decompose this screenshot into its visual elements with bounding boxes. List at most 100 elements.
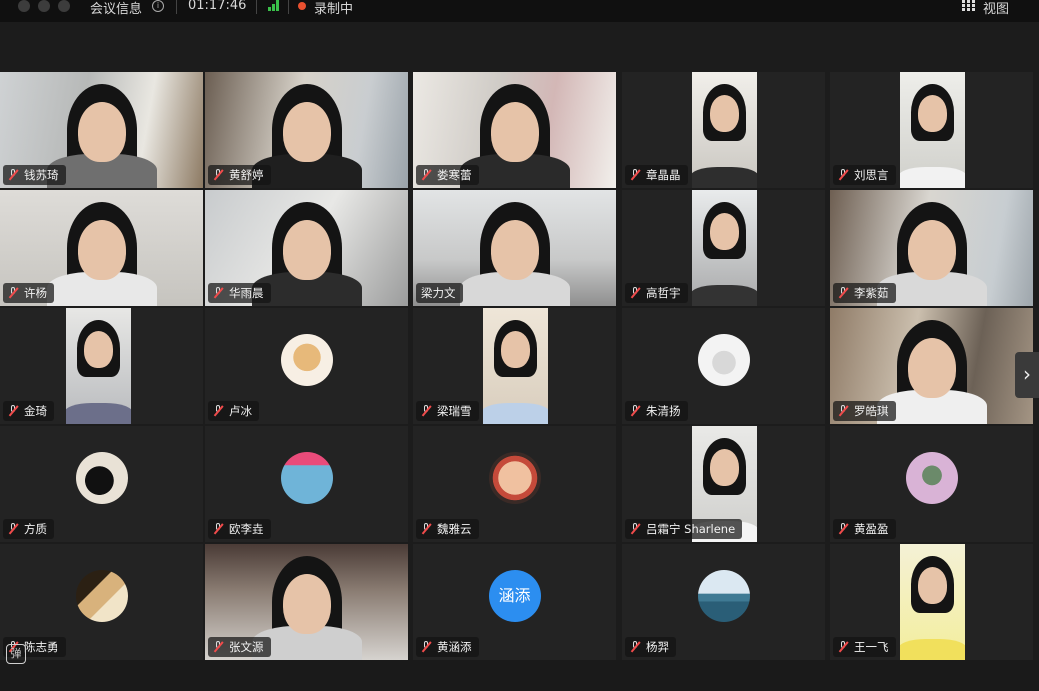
minimize-window-dot[interactable]: [38, 0, 50, 12]
participant-avatar: [280, 452, 333, 504]
participant-body: [66, 402, 131, 424]
participant-avatar: [697, 570, 750, 622]
participant-tile[interactable]: 黄盈盈: [830, 426, 1033, 542]
recording-status[interactable]: 录制中: [314, 0, 353, 17]
meeting-window: 会议信息 i 01:17:46 录制中 视图 钱苏琦 黄舒婷 娄寒蕾 章晶晶 刘思言许杨…: [0, 0, 1039, 691]
muted-mic-icon: [213, 287, 223, 299]
participant-name: 王一飞: [854, 640, 889, 654]
participant-tile[interactable]: 涵添黄涵添: [413, 544, 616, 660]
participant-face: [282, 101, 331, 162]
muted-mic-icon: [838, 169, 848, 181]
participant-tile[interactable]: 罗皓琪: [830, 308, 1033, 424]
participant-face: [490, 101, 539, 162]
muted-mic-icon: [630, 169, 640, 181]
zoom-window-dot[interactable]: [58, 0, 70, 12]
participant-nametag: 华雨晨: [208, 283, 271, 303]
participant-face: [907, 337, 956, 398]
muted-mic-icon: [421, 523, 431, 535]
participant-avatar: [697, 334, 750, 386]
participant-nametag: 黄涵添: [416, 637, 479, 657]
bottom-bar: [0, 660, 1039, 691]
participant-tile[interactable]: 陈志勇: [0, 544, 203, 660]
participant-nametag: 卢冰: [208, 401, 259, 421]
participant-name: 方质: [24, 522, 47, 536]
participant-video: [692, 72, 757, 188]
muted-mic-icon: [8, 169, 18, 181]
participant-tile[interactable]: 朱清扬: [622, 308, 825, 424]
participant-face: [907, 219, 956, 280]
participant-tile[interactable]: 高哲宇: [622, 190, 825, 306]
muted-mic-icon: [421, 641, 431, 653]
participant-body: [692, 284, 757, 306]
muted-mic-icon: [838, 641, 848, 653]
participant-video: [692, 190, 757, 306]
elapsed-time: 01:17:46: [188, 0, 247, 13]
participant-name: 张文源: [229, 640, 264, 654]
participant-tile[interactable]: 吕霜宁 Sharlene: [622, 426, 825, 542]
participant-name: 杨羿: [646, 640, 669, 654]
muted-mic-icon: [8, 287, 18, 299]
muted-mic-icon: [8, 523, 18, 535]
participant-tile[interactable]: 章晶晶: [622, 72, 825, 188]
participant-nametag: 吕霜宁 Sharlene: [625, 519, 743, 539]
participant-tile[interactable]: 欧李垚: [205, 426, 408, 542]
participant-nametag: 梁瑞雪: [416, 401, 479, 421]
next-page-chevron-right-icon[interactable]: ›: [1015, 352, 1039, 398]
participant-tile[interactable]: 梁瑞雪: [413, 308, 616, 424]
participant-tile[interactable]: 梁力文: [413, 190, 616, 306]
participant-tile[interactable]: 钱苏琦: [0, 72, 203, 188]
participant-avatar: [75, 452, 128, 504]
participant-name: 金琦: [24, 404, 47, 418]
participant-face: [500, 330, 531, 368]
title-bar: 会议信息 i 01:17:46 录制中 视图: [0, 0, 1039, 22]
muted-mic-icon: [213, 405, 223, 417]
divider: [288, 0, 289, 14]
participant-name: 梁瑞雪: [437, 404, 472, 418]
participant-tile[interactable]: 华雨晨: [205, 190, 408, 306]
participant-tile[interactable]: 卢冰: [205, 308, 408, 424]
grid-view-icon[interactable]: [962, 0, 975, 11]
participant-name: 钱苏琦: [24, 168, 59, 182]
participant-tile[interactable]: 李紫茹: [830, 190, 1033, 306]
participant-video: [900, 72, 965, 188]
participant-avatar: [905, 452, 958, 504]
participant-name: 高哲宇: [646, 286, 681, 300]
participant-tile[interactable]: 许杨: [0, 190, 203, 306]
participant-avatar: 涵添: [488, 570, 541, 622]
muted-mic-icon: [421, 169, 431, 181]
participant-tile[interactable]: 刘思言: [830, 72, 1033, 188]
muted-mic-icon: [630, 641, 640, 653]
participant-tile[interactable]: 杨羿: [622, 544, 825, 660]
participant-nametag: 金琦: [3, 401, 54, 421]
participant-nametag: 娄寒蕾: [416, 165, 479, 185]
participant-tile[interactable]: 方质: [0, 426, 203, 542]
participant-name: 罗皓琪: [854, 404, 889, 418]
participant-video: [900, 544, 965, 660]
participant-tile[interactable]: 黄舒婷: [205, 72, 408, 188]
muted-mic-icon: [8, 405, 18, 417]
participant-tile[interactable]: 张文源: [205, 544, 408, 660]
participant-nametag: 张文源: [208, 637, 271, 657]
participant-tile[interactable]: 金琦: [0, 308, 203, 424]
close-window-dot[interactable]: [18, 0, 30, 12]
participant-face: [282, 573, 331, 634]
muted-mic-icon: [630, 523, 640, 535]
meeting-info-button[interactable]: 会议信息: [90, 0, 142, 17]
danmu-icon[interactable]: 弹: [6, 644, 26, 664]
participant-avatar: [280, 334, 333, 386]
participant-nametag: 魏雅云: [416, 519, 479, 539]
view-button[interactable]: 视图: [983, 0, 1009, 17]
participant-face: [490, 219, 539, 280]
participant-tile[interactable]: 魏雅云: [413, 426, 616, 542]
signal-strength-icon[interactable]: [268, 0, 282, 11]
participant-name: 黄盈盈: [854, 522, 889, 536]
participant-tile[interactable]: 王一飞: [830, 544, 1033, 660]
muted-mic-icon: [213, 641, 223, 653]
participant-nametag: 杨羿: [625, 637, 676, 657]
participant-avatar: [488, 452, 541, 504]
participant-nametag: 朱清扬: [625, 401, 688, 421]
info-icon[interactable]: i: [152, 0, 164, 12]
participant-tile[interactable]: 娄寒蕾: [413, 72, 616, 188]
participant-name: 黄涵添: [437, 640, 472, 654]
participant-body: [900, 638, 965, 660]
